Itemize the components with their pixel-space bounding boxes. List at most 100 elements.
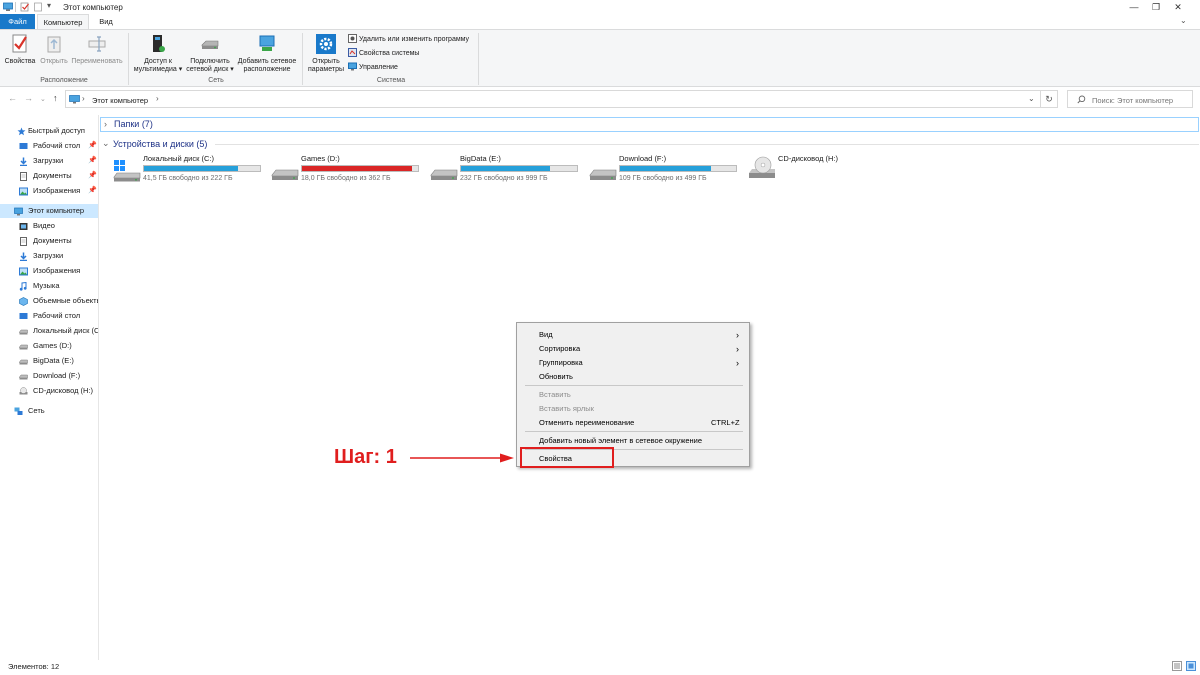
drive-tile-c[interactable]: Локальный диск (C:) 41,5 ГБ свободно из … [113, 154, 265, 186]
map-network-drive-label-2: сетевой диск ▾ [186, 66, 234, 73]
tab-computer[interactable]: Компьютер [37, 14, 89, 29]
window-title: Этот компьютер [63, 3, 123, 12]
pictures-icon [19, 187, 28, 196]
pin-icon[interactable]: 📌 [88, 184, 97, 198]
nav-quick-pictures-label: Изображения [33, 186, 81, 195]
cd-drive-icon [749, 156, 775, 178]
pin-icon[interactable]: 📌 [88, 154, 97, 168]
rename-label: Переименовать [71, 58, 123, 65]
rename-button[interactable]: Переименовать [70, 33, 124, 66]
open-settings-button[interactable]: Открыть параметры [306, 33, 346, 74]
uninstall-program-button[interactable]: Удалить или изменить программу [348, 34, 469, 45]
menu-item-add-network-location[interactable]: Добавить новый элемент в сетевое окружен… [517, 434, 749, 448]
search-input[interactable]: Поиск: Этот компьютер [1067, 90, 1193, 108]
breadcrumb-this-pc[interactable]: Этот компьютер [92, 96, 148, 105]
computer-icon [69, 95, 80, 104]
menu-item-paste-shortcut-label: Вставить ярлык [539, 404, 594, 413]
nav-quick-documents[interactable]: Документы 📌 [0, 169, 98, 183]
nav-3d-objects-label: Объемные объекты [33, 296, 98, 305]
tab-view[interactable]: Вид [92, 14, 120, 29]
chevron-down-icon[interactable]: ⌄ [102, 138, 110, 149]
search-icon [1077, 95, 1086, 104]
media-access-label-2: мультимедиа ▾ [133, 66, 183, 73]
nav-pictures[interactable]: Изображения [0, 264, 98, 278]
open-icon [47, 36, 61, 53]
nav-downloads[interactable]: Загрузки [0, 249, 98, 263]
search-placeholder: Поиск: Этот компьютер [1092, 96, 1174, 105]
drive-e-free-space: 232 ГБ свободно из 999 ГБ [460, 175, 548, 182]
nav-cd-drive-label: CD-дисковод (H:) [33, 386, 94, 395]
address-bar[interactable]: › Этот компьютер › ⌄ [65, 90, 1041, 108]
network-icon [14, 407, 23, 415]
system-properties-button[interactable]: Свойства системы [348, 48, 419, 59]
address-dropdown-icon[interactable]: ⌄ [1028, 94, 1035, 103]
drive-tile-h[interactable]: CD-дисковод (H:) [748, 154, 848, 186]
open-button[interactable]: Открыть [38, 33, 70, 66]
nav-documents[interactable]: Документы [0, 234, 98, 248]
properties-quick-icon[interactable] [20, 2, 30, 12]
title-bar: ▾ Этот компьютер — ❐ ✕ [0, 0, 1200, 14]
details-view-icon[interactable] [1172, 661, 1182, 671]
refresh-button[interactable]: ↻ [1041, 90, 1058, 108]
pin-icon[interactable]: 📌 [88, 169, 97, 183]
ribbon-tabs: Файл Компьютер Вид ⌄ [0, 14, 1200, 29]
nav-quick-desktop[interactable]: Рабочий стол 📌 [0, 139, 98, 153]
menu-item-refresh[interactable]: Обновить [517, 370, 749, 384]
nav-music[interactable]: Музыка [0, 279, 98, 293]
nav-drive-e[interactable]: BigData (E:) [0, 354, 98, 368]
drive-tile-d[interactable]: Games (D:) 18,0 ГБ свободно из 362 ГБ [271, 154, 423, 186]
nav-3d-objects[interactable]: Объемные объекты [0, 294, 98, 308]
menu-item-paste[interactable]: Вставить [517, 388, 749, 402]
menu-item-view[interactable]: Вид › [517, 328, 749, 342]
nav-this-pc[interactable]: Этот компьютер [0, 204, 98, 218]
nav-quick-access[interactable]: Быстрый доступ [0, 124, 98, 138]
open-label: Открыть [40, 58, 68, 65]
properties-button[interactable]: Свойства [3, 33, 37, 66]
nav-network[interactable]: Сеть [0, 404, 98, 418]
drive-tile-f[interactable]: Download (F:) 109 ГБ свободно из 499 ГБ [589, 154, 741, 186]
step-label: Шаг: 1 [334, 446, 397, 468]
menu-separator [525, 385, 743, 386]
nav-quick-access-label: Быстрый доступ [28, 126, 85, 135]
nav-drive-f[interactable]: Download (F:) [0, 369, 98, 383]
folders-header-label: Папки (7) [114, 119, 153, 129]
new-folder-quick-icon[interactable] [33, 2, 43, 12]
nav-quick-pictures[interactable]: Изображения 📌 [0, 184, 98, 198]
map-network-drive-button[interactable]: Подключить сетевой диск ▾ [185, 33, 235, 74]
menu-item-undo-rename[interactable]: Отменить переименование CTRL+Z [517, 416, 749, 430]
menu-item-paste-shortcut[interactable]: Вставить ярлык [517, 402, 749, 416]
menu-item-sort[interactable]: Сортировка › [517, 342, 749, 356]
large-icons-view-icon[interactable] [1186, 661, 1197, 671]
back-arrow-icon[interactable]: ← [8, 93, 17, 103]
chevron-right-icon[interactable]: › [104, 119, 107, 129]
drive-tile-e[interactable]: BigData (E:) 232 ГБ свободно из 999 ГБ [430, 154, 582, 186]
pin-icon[interactable]: 📌 [88, 139, 97, 153]
open-settings-label-1: Открыть [312, 58, 340, 65]
nav-desktop[interactable]: Рабочий стол [0, 309, 98, 323]
nav-drive-d[interactable]: Games (D:) [0, 339, 98, 353]
rename-icon [88, 36, 106, 52]
drive-c-usage-bar [143, 165, 261, 172]
breadcrumb-separator-icon[interactable]: › [82, 94, 85, 103]
manage-button[interactable]: Управление [348, 62, 398, 73]
breadcrumb-chevron-icon[interactable]: › [156, 94, 159, 103]
folders-group-header[interactable]: › Папки (7) [100, 117, 1199, 132]
nav-network-label: Сеть [28, 406, 45, 415]
add-network-location-button[interactable]: Добавить сетевое расположение [236, 33, 298, 74]
nav-drive-c[interactable]: Локальный диск (C:) [0, 324, 98, 338]
recent-locations-icon[interactable]: ⌄ [40, 95, 46, 103]
media-access-button[interactable]: Доступ к мультимедиа ▾ [132, 33, 184, 74]
ribbon-expand-icon[interactable]: ⌄ [1180, 16, 1187, 25]
up-arrow-icon[interactable]: ↑ [53, 93, 58, 103]
nav-cd-drive[interactable]: CD-дисковод (H:) [0, 384, 98, 398]
nav-quick-downloads[interactable]: Загрузки 📌 [0, 154, 98, 168]
network-location-icon [259, 35, 275, 51]
close-button[interactable]: ✕ [1156, 0, 1200, 14]
devices-header-label[interactable]: Устройства и диски (5) [113, 139, 207, 149]
nav-videos[interactable]: Видео [0, 219, 98, 233]
menu-item-group[interactable]: Группировка › [517, 356, 749, 370]
tab-file[interactable]: Файл [0, 14, 35, 29]
media-server-icon [153, 35, 165, 52]
quick-access-dropdown-icon[interactable]: ▾ [47, 1, 51, 10]
forward-arrow-icon[interactable]: → [24, 93, 33, 103]
